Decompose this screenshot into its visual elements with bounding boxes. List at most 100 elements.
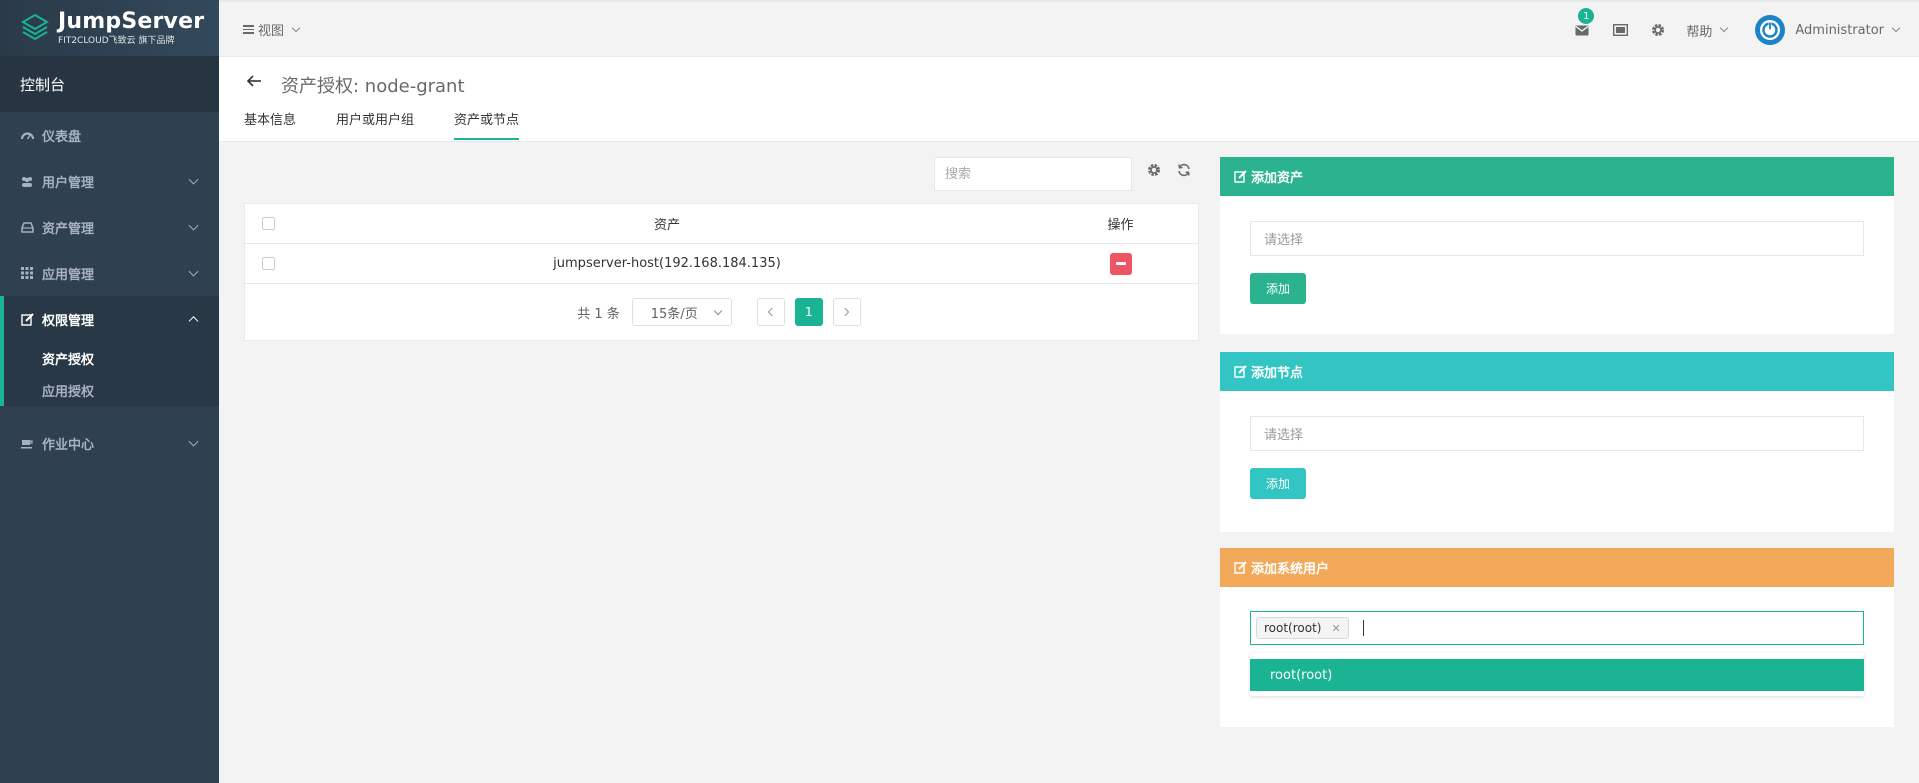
sidebar-item-assets[interactable]: 资产管理: [0, 204, 219, 250]
panel-title: 添加资产: [1251, 171, 1304, 186]
sidebar-item-applications[interactable]: 应用管理: [0, 250, 219, 296]
row-checkbox[interactable]: [261, 257, 275, 270]
sidebar-item-label: 仪表盘: [42, 129, 82, 145]
selected-tag: root(root) ✕: [1256, 617, 1349, 639]
hamburger-icon: [243, 23, 254, 36]
pagination-total: 共 1 条: [577, 306, 620, 322]
sidebar-item-label: 作业中心: [42, 437, 95, 453]
sidebar-subitem-label: 资产授权: [42, 352, 95, 368]
asset-select-placeholder: 请选择: [1264, 233, 1304, 248]
table-row: jumpserver-host(192.168.184.135): [245, 244, 1198, 284]
users-icon: [20, 174, 34, 188]
prev-page-button[interactable]: [756, 298, 785, 326]
refresh-icon: [1178, 163, 1190, 177]
sidebar-group-permissions: 权限管理 资产授权 应用授权: [0, 296, 219, 406]
sidebar-item-permissions[interactable]: 权限管理: [4, 296, 219, 342]
chevron-down-icon: [1720, 23, 1729, 33]
console-header[interactable]: 控制台: [0, 56, 219, 112]
web-terminal-button[interactable]: [1610, 20, 1630, 40]
page-number-button[interactable]: 1: [794, 298, 823, 326]
dashboard-icon: [20, 128, 34, 142]
tab-users-or-groups[interactable]: 用户或用户组: [336, 109, 414, 140]
avatar: [1755, 15, 1786, 45]
asset-name-cell: jumpserver-host(192.168.184.135): [553, 256, 781, 271]
sidebar-nav: 仪表盘 用户管理 资产管理 应用管理 权限管理 资产授权 应用授权 作业中心: [0, 112, 219, 466]
chevron-down-icon: [713, 306, 723, 316]
grid-icon: [20, 266, 34, 280]
edit-icon: [20, 312, 34, 326]
user-name: Administrator: [1795, 22, 1884, 38]
search-input[interactable]: [934, 157, 1132, 191]
panel-title: 添加系统用户: [1251, 562, 1330, 577]
remove-button[interactable]: [1109, 252, 1132, 275]
add-system-user-panel: 添加系统用户 root(root) ✕ root(root): [1220, 548, 1894, 727]
sidebar-item-label: 用户管理: [42, 175, 95, 191]
sidebar-item-users[interactable]: 用户管理: [0, 158, 219, 204]
notification-badge: 1: [1578, 8, 1595, 24]
settings-tool-button[interactable]: [1147, 163, 1163, 179]
add-asset-button[interactable]: 添加: [1250, 273, 1306, 304]
gear-icon: [1148, 164, 1160, 176]
view-label: 视图: [258, 24, 285, 39]
add-node-button[interactable]: 添加: [1250, 468, 1306, 499]
pagination: 共 1 条 15条/页 1: [245, 284, 1198, 340]
next-page-button[interactable]: [832, 298, 861, 326]
panel-title: 添加节点: [1251, 366, 1304, 381]
node-select[interactable]: 请选择: [1250, 416, 1864, 451]
view-menu-button[interactable]: 视图: [243, 20, 301, 39]
node-select-placeholder: 请选择: [1264, 428, 1304, 443]
logo[interactable]: JumpServer FIT2CLOUD飞致云 旗下品牌: [0, 0, 219, 56]
select-all-checkbox[interactable]: [261, 217, 275, 230]
text-cursor: [1362, 620, 1364, 636]
chevron-down-icon: [188, 174, 199, 185]
system-user-select[interactable]: root(root) ✕: [1250, 611, 1864, 645]
selected-tag-label: root(root): [1264, 621, 1322, 635]
brand-subtitle: FIT2CLOUD飞致云 旗下品牌: [58, 35, 175, 46]
edit-icon: [1234, 561, 1247, 574]
minus-icon: [1115, 262, 1126, 265]
sidebar-item-dashboard[interactable]: 仪表盘: [0, 112, 219, 158]
chevron-down-icon: [188, 266, 199, 277]
add-node-panel: 添加节点 请选择 添加: [1220, 352, 1894, 532]
column-header-action: 操作: [1107, 218, 1134, 233]
column-header-asset[interactable]: 资产: [291, 214, 1043, 233]
help-menu[interactable]: 帮助: [1686, 21, 1729, 40]
tab-basic-info[interactable]: 基本信息: [244, 109, 296, 140]
page-size-value: 15条/页: [650, 306, 698, 322]
chevron-down-icon: [1891, 23, 1901, 33]
mail-button[interactable]: 1: [1572, 8, 1595, 40]
terminal-icon: [1612, 24, 1628, 36]
back-button[interactable]: [246, 74, 262, 92]
add-system-user-panel-header: 添加系统用户: [1220, 548, 1894, 587]
chevron-down-icon: [188, 220, 199, 231]
user-menu[interactable]: Administrator: [1755, 15, 1901, 45]
help-label: 帮助: [1686, 24, 1713, 40]
power-icon: [1760, 20, 1781, 40]
sidebar-item-jobs[interactable]: 作业中心: [0, 420, 219, 466]
inbox-icon: [20, 220, 34, 234]
settings-button[interactable]: [1648, 20, 1668, 40]
page-title: 资产授权: node-grant: [281, 76, 465, 97]
dropdown-option[interactable]: root(root): [1250, 659, 1864, 691]
edit-icon: [1234, 170, 1247, 183]
refresh-button[interactable]: [1177, 163, 1193, 179]
coffee-icon: [20, 436, 34, 450]
page-size-select[interactable]: 15条/页: [631, 298, 732, 326]
tab-assets-or-nodes[interactable]: 资产或节点: [454, 109, 520, 140]
arrow-left-icon: [246, 75, 261, 87]
page-heading: 资产授权: node-grant 基本信息 用户或用户组 资产或节点: [219, 57, 1919, 142]
chevron-down-icon: [291, 23, 301, 32]
sidebar: JumpServer FIT2CLOUD飞致云 旗下品牌 控制台 仪表盘 用户管…: [0, 0, 219, 783]
sidebar-subitem-asset-permission[interactable]: 资产授权: [4, 342, 219, 374]
top-navbar: 视图 1 帮助 Administrator: [219, 0, 1919, 57]
asset-table: 资产 操作 jumpserver-host(192.168.184.135) 共…: [244, 203, 1199, 341]
brand-name: JumpServer: [58, 8, 205, 34]
close-icon[interactable]: ✕: [1331, 622, 1340, 635]
add-node-panel-header: 添加节点: [1220, 352, 1894, 391]
gear-icon: [1652, 24, 1665, 36]
add-asset-panel: 添加资产 请选择 添加: [1220, 157, 1894, 334]
asset-select[interactable]: 请选择: [1250, 221, 1864, 256]
edit-icon: [1234, 365, 1247, 378]
system-user-dropdown: root(root): [1250, 653, 1864, 696]
sidebar-subitem-app-permission[interactable]: 应用授权: [4, 374, 219, 406]
